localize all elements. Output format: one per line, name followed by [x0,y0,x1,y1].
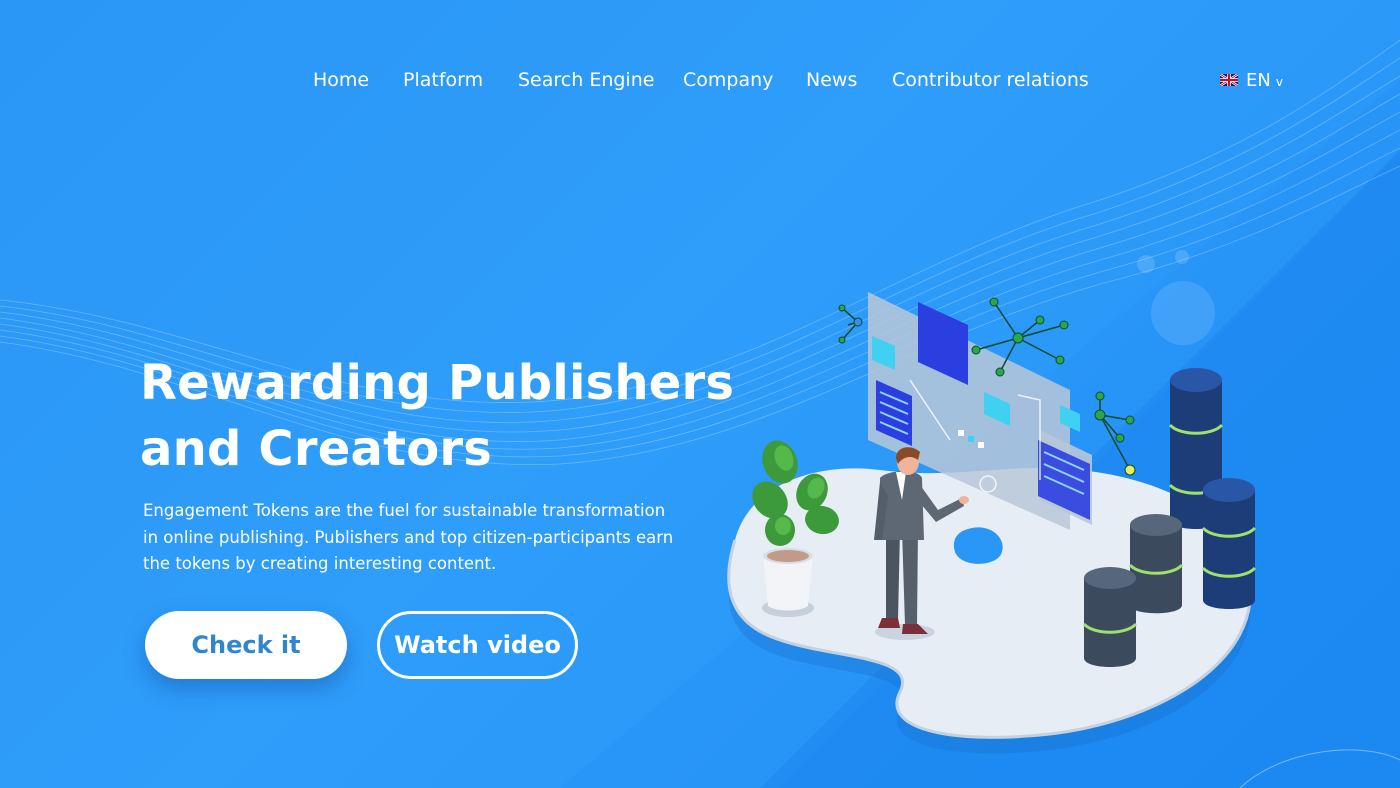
server-right [1201,478,1257,609]
hero-illustration [727,292,1257,754]
server-front [1082,567,1138,667]
server-middle [1128,514,1184,614]
